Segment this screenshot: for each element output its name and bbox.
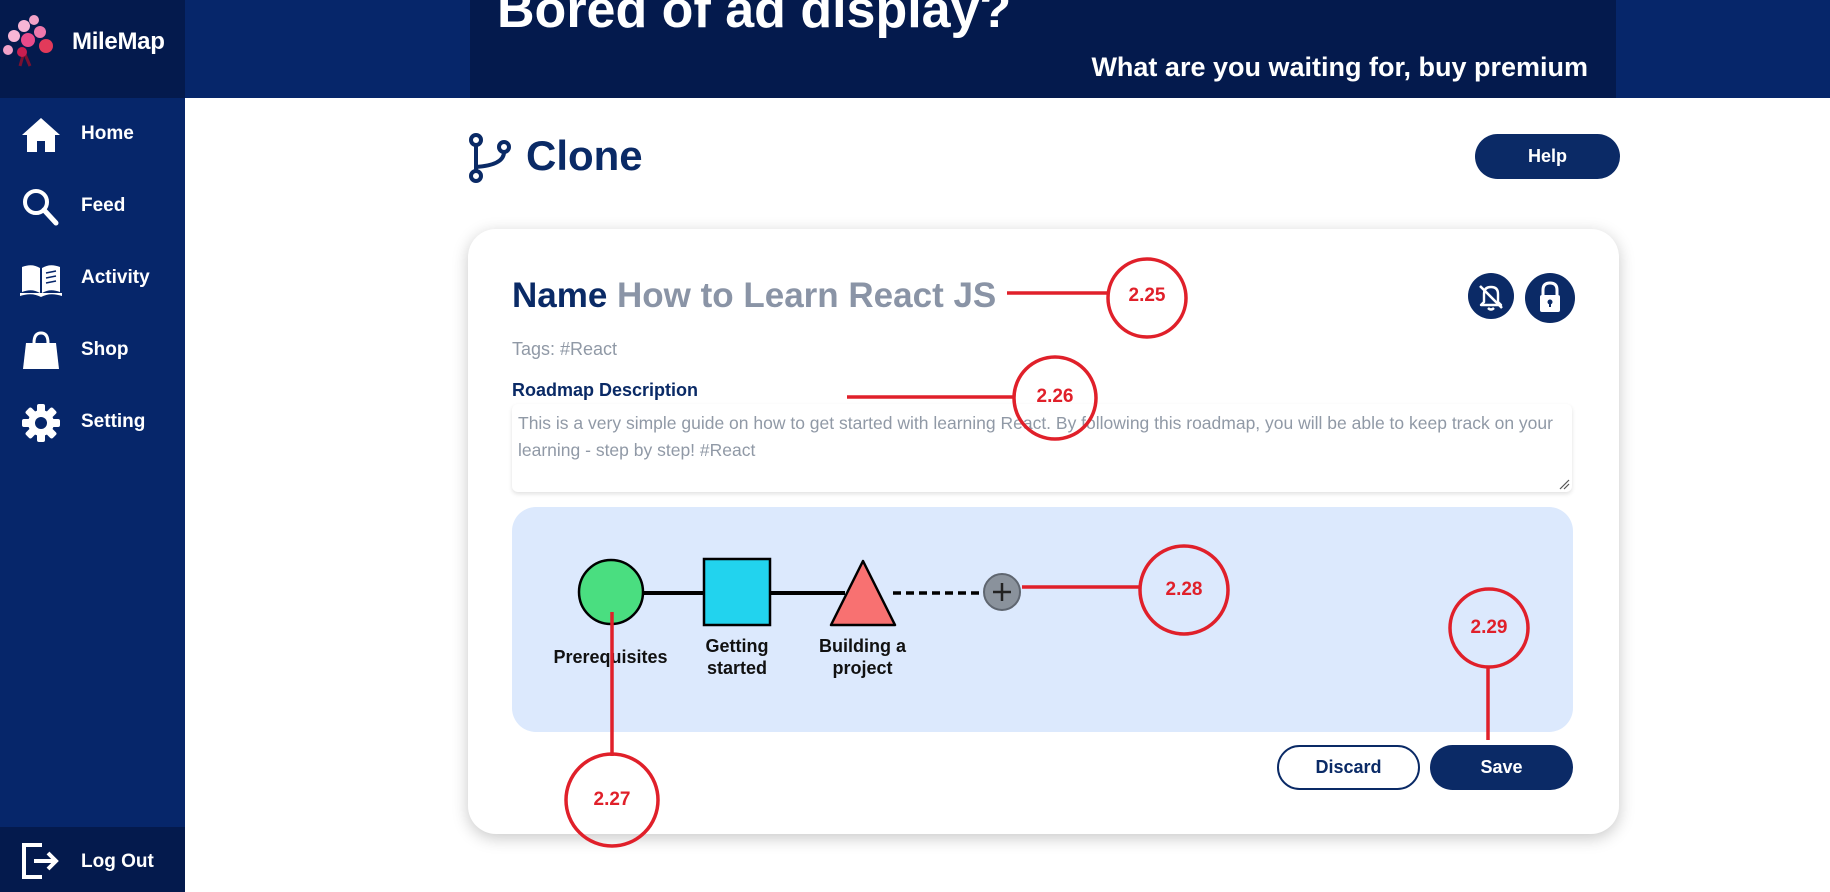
node-label-line: started — [706, 658, 768, 678]
node-label-prerequisites: Prerequisites — [553, 647, 668, 667]
save-button[interactable]: Save — [1430, 745, 1573, 790]
node-label-getting-started: Getting started — [688, 635, 786, 679]
node-prerequisites[interactable] — [577, 558, 645, 626]
annotation-label: 2.25 — [1128, 285, 1166, 306]
node-getting-started[interactable] — [702, 557, 772, 627]
annotation-label: 2.27 — [593, 789, 631, 810]
annotation-label: 2.28 — [1165, 579, 1203, 600]
add-node-button[interactable] — [983, 573, 1021, 611]
annotation-label: 2.26 — [1036, 386, 1074, 407]
node-label-line: Building a — [819, 636, 906, 656]
node-label-line: Getting — [705, 636, 769, 656]
node-label-building-project: Building a project — [810, 635, 915, 679]
node-label-line: project — [832, 658, 893, 678]
discard-button[interactable]: Discard — [1277, 745, 1420, 790]
annotation-label: 2.29 — [1470, 617, 1508, 638]
